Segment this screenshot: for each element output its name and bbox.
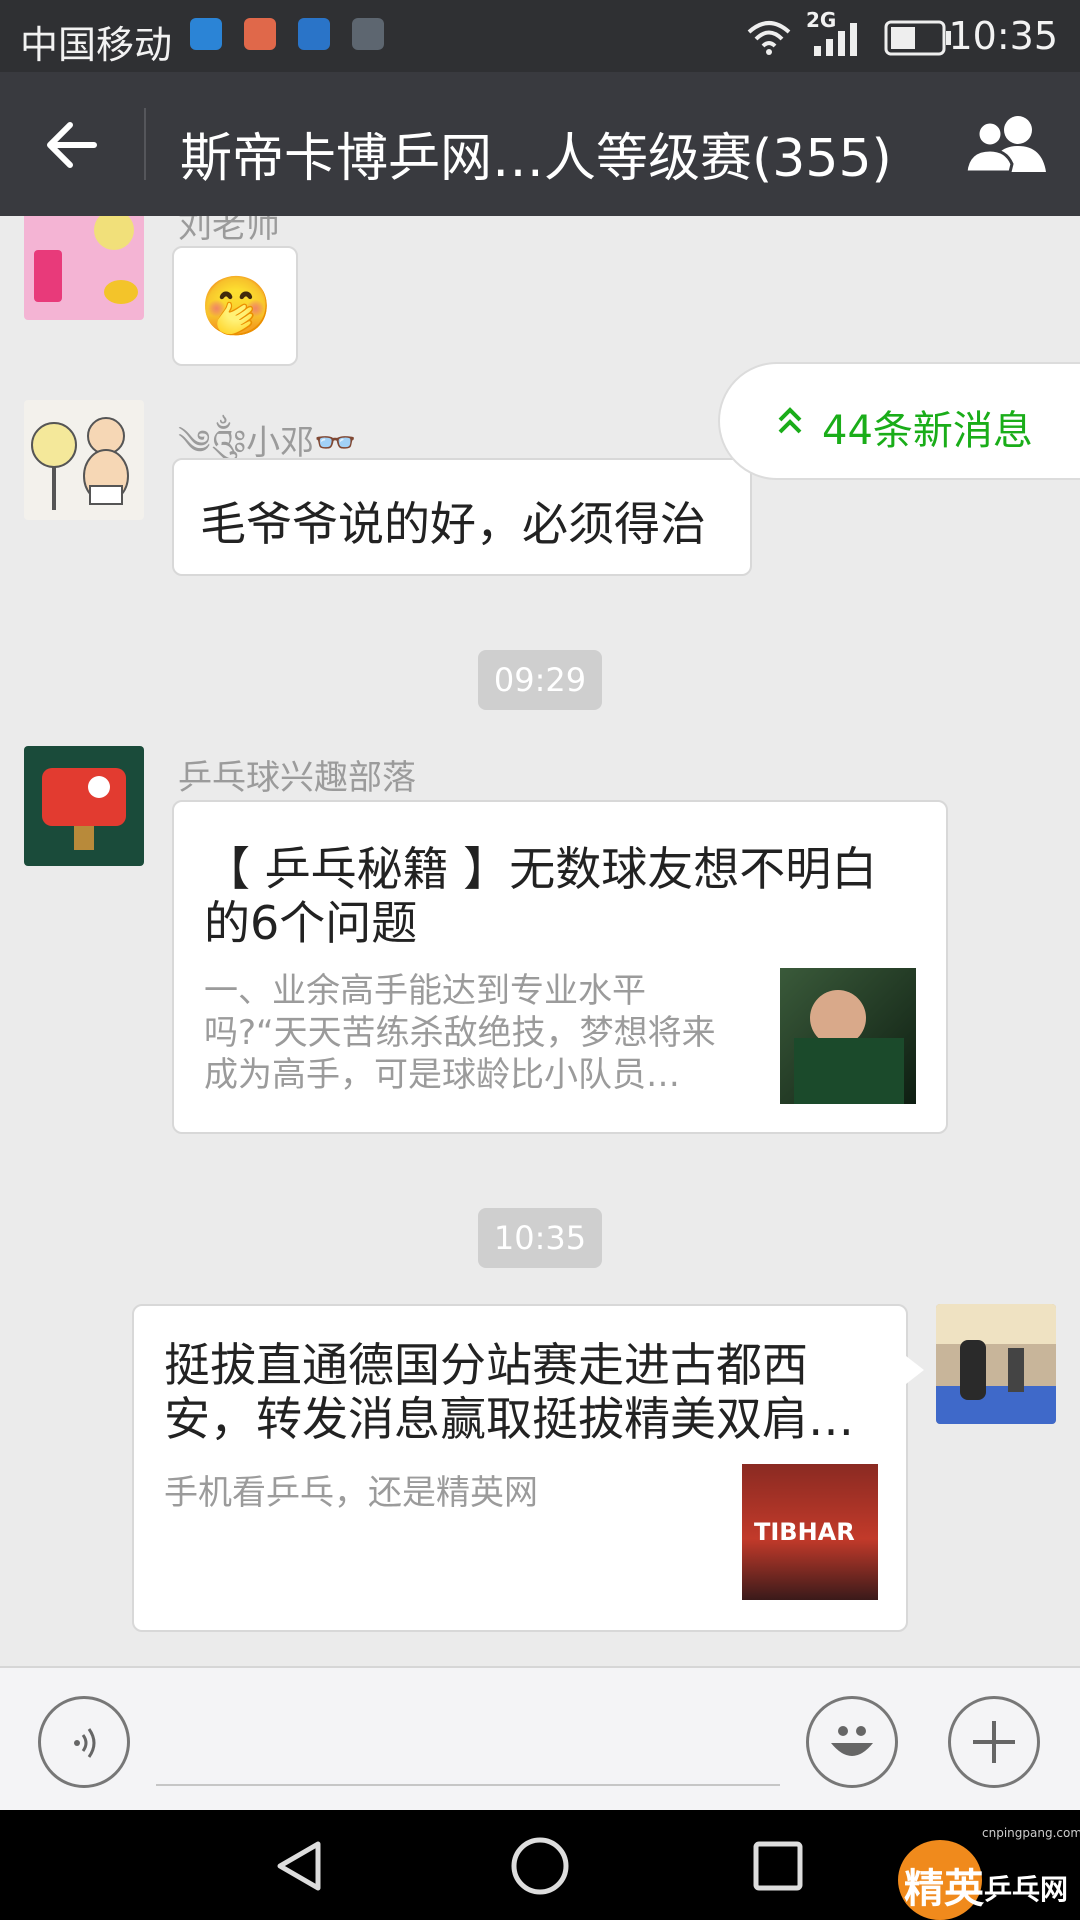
link-card-title: 挺拔直通德国分站赛走进古都西安，转发消息赢取挺拔精美双肩…: [164, 1338, 854, 1446]
app-icon-blue: [190, 18, 222, 50]
title-divider: [144, 108, 146, 180]
timestamp: 09:29: [478, 650, 602, 710]
thumbnail-brand-text: TIBHAR: [754, 1518, 855, 1546]
avatar[interactable]: [936, 1304, 1056, 1424]
wifi-icon: [747, 21, 791, 55]
sender-name: 刘老师: [178, 216, 280, 246]
more-button[interactable]: [948, 1696, 1040, 1788]
plus-icon: [973, 1721, 1015, 1763]
voice-icon: [74, 1728, 96, 1758]
avatar-image: [31, 417, 129, 510]
avatar[interactable]: [24, 400, 144, 520]
mail-icon: [244, 18, 276, 50]
title-bar: 斯帝卡博乒网…人等级赛(355): [0, 72, 1080, 216]
link-card-desc: 一、业余高手能达到专业水平吗?“天天苦练杀敌绝技，梦想将来成为高手，可是球龄比小…: [204, 971, 716, 1095]
carrier-label: 中国移动: [20, 23, 173, 67]
avatar-decoration: [1008, 1348, 1024, 1392]
watermark-url: cnpingpang.com: [982, 1826, 1080, 1840]
avatar-decoration: [960, 1340, 986, 1400]
message-bubble[interactable]: 毛爷爷说的好，必须得治: [172, 458, 752, 576]
message-text: 毛爷爷说的好，必须得治: [200, 497, 706, 551]
double-chevron-up-icon: [778, 407, 802, 434]
link-card[interactable]: 【 乒乓秘籍 】无数球友想不明白的6个问题 一、业余高手能达到专业水平吗?“天天…: [172, 800, 948, 1134]
link-card-thumbnail: TIBHAR: [742, 1464, 878, 1600]
avatar[interactable]: [24, 216, 144, 320]
avatar-decoration: [104, 280, 138, 304]
avatar-decoration: [34, 250, 62, 302]
link-card-thumbnail: [780, 968, 916, 1104]
gallery-icon: [352, 18, 384, 50]
nav-home-icon[interactable]: [510, 1836, 570, 1896]
watermark-logo: cnpingpang.com 精英 乒乓网: [898, 1824, 1080, 1920]
sender-name: 乒乓球兴趣部落: [178, 758, 416, 798]
signal-icon: [814, 23, 857, 56]
group-members-icon[interactable]: [966, 114, 1048, 174]
link-card-desc: 手机看乒乓，还是精英网: [164, 1473, 538, 1513]
timestamp: 10:35: [478, 1208, 602, 1268]
link-card-title: 【 乒乓秘籍 】无数球友想不明白的6个问题: [204, 842, 878, 950]
watermark-side-text: 乒乓网: [984, 1873, 1069, 1906]
battery-icon: [884, 20, 951, 56]
emoji-button[interactable]: [806, 1696, 898, 1788]
smiley-icon: [831, 1726, 873, 1756]
link-card[interactable]: 挺拔直通德国分站赛走进古都西安，转发消息赢取挺拔精美双肩… 手机看乒乓，还是精英…: [132, 1304, 908, 1632]
avatar[interactable]: [24, 746, 144, 866]
nav-recents-icon[interactable]: [752, 1840, 804, 1892]
system-nav-bar: cnpingpang.com 精英 乒乓网: [0, 1810, 1080, 1920]
health-icon: [298, 18, 330, 50]
status-bar: 中国移动 2G 10:35: [0, 0, 1080, 72]
paddle-handle: [74, 826, 94, 850]
emoji-content: 🤭: [200, 272, 273, 340]
message-input[interactable]: [156, 1784, 780, 1786]
input-bar: [0, 1666, 1080, 1810]
new-messages-label: 44条新消息: [822, 408, 1033, 454]
avatar-decoration: [94, 216, 134, 250]
back-arrow-icon[interactable]: [44, 120, 100, 170]
paddle-shape: [42, 768, 126, 826]
message-bubble[interactable]: 🤭: [172, 246, 298, 366]
avatar-decoration: [936, 1386, 1056, 1424]
avatar-decoration: [936, 1304, 1056, 1344]
bubble-tail: [906, 1356, 924, 1384]
watermark-main-text: 精英: [904, 1866, 984, 1912]
ball-shape: [88, 776, 110, 798]
voice-button[interactable]: [38, 1696, 130, 1788]
clock-label: 10:35: [948, 14, 1058, 58]
nav-back-icon[interactable]: [272, 1838, 328, 1894]
chat-title: 斯帝卡博乒网…人等级赛(355): [180, 129, 892, 189]
chat-message-list[interactable]: 刘老师 🤭 ༄༂小邓👓 毛爷爷说的好，必须得治 44条新消息 09:29 乒乓球…: [0, 216, 1080, 1666]
new-messages-pill[interactable]: 44条新消息: [718, 362, 1080, 480]
